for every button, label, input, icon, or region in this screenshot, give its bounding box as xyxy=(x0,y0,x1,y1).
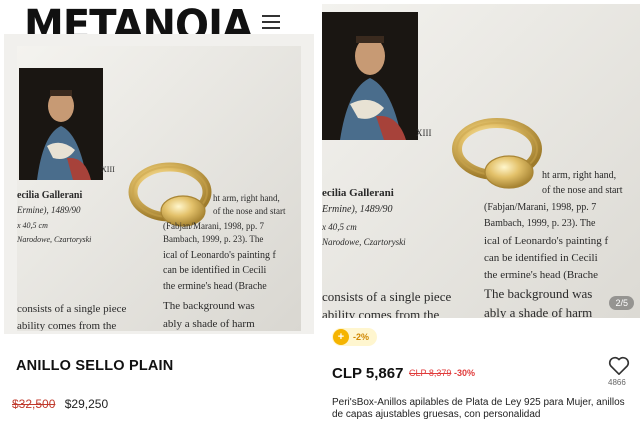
svg-text:ical of Leonardo's painting f: ical of Leonardo's painting f xyxy=(163,250,277,261)
svg-text:consists of a single piece: consists of a single piece xyxy=(17,303,126,315)
svg-text:ht arm, right hand,: ht arm, right hand, xyxy=(542,170,616,181)
svg-text:the ermine's head (Brache: the ermine's head (Brache xyxy=(484,269,598,281)
price-row: $32,500 $29,250 xyxy=(12,397,108,411)
badge-text: -2% xyxy=(353,332,370,342)
svg-text:Narodowe, Czartoryski: Narodowe, Czartoryski xyxy=(322,237,406,247)
heart-icon[interactable] xyxy=(608,356,630,376)
svg-text:Bambach, 1999, p. 23). The: Bambach, 1999, p. 23). The xyxy=(484,218,596,229)
product-title[interactable]: ANILLO SELLO PLAIN xyxy=(16,358,173,374)
svg-text:Ermine), 1489/90: Ermine), 1489/90 xyxy=(322,204,393,215)
image-counter: 2/5 xyxy=(609,296,634,310)
svg-text:can be identified in Cecili: can be identified in Cecili xyxy=(163,265,267,276)
original-price: CLP 8,379 xyxy=(409,368,452,378)
ring-on-book-photo: XIII ecilia Gallerani Ermine), 1489/90 x… xyxy=(322,4,640,318)
coin-icon: + xyxy=(333,329,349,345)
svg-text:ecilia Gallerani: ecilia Gallerani xyxy=(17,190,82,201)
metanoia-product-card: METANOIA XIII ecilia Gallerani Ermine), … xyxy=(0,0,318,427)
current-price: CLP 5,867 xyxy=(332,365,404,382)
svg-text:(Fabjan/Marani, 1998, pp. 7: (Fabjan/Marani, 1998, pp. 7 xyxy=(484,202,596,213)
svg-text:XIII: XIII xyxy=(416,128,432,138)
svg-text:of the nose and start: of the nose and start xyxy=(213,206,286,216)
svg-text:ably a shade of harm: ably a shade of harm xyxy=(484,305,592,318)
painting-plate xyxy=(322,12,418,140)
coin-discount-badge: + -2% xyxy=(332,328,378,346)
svg-text:of the nose and start: of the nose and start xyxy=(542,185,623,196)
svg-text:x 40,5 cm: x 40,5 cm xyxy=(17,221,48,230)
discount-percent: -30% xyxy=(454,368,476,378)
svg-text:the ermine's head (Brache: the ermine's head (Brache xyxy=(163,281,267,292)
svg-text:The background was: The background was xyxy=(163,300,255,312)
svg-text:ht arm, right hand,: ht arm, right hand, xyxy=(213,193,280,203)
svg-text:The background was: The background was xyxy=(484,286,592,301)
svg-text:consists of a single piece: consists of a single piece xyxy=(322,289,451,304)
svg-text:Narodowe, Czartoryski: Narodowe, Czartoryski xyxy=(17,235,91,244)
svg-text:can be identified in Cecili: can be identified in Cecili xyxy=(484,252,598,264)
svg-text:ecilia Gallerani: ecilia Gallerani xyxy=(322,187,394,199)
menu-icon[interactable] xyxy=(262,15,280,29)
product-description[interactable]: Peri'sBox-Anillos apilables de Plata de … xyxy=(332,397,636,421)
likes-count: 4866 xyxy=(608,378,626,387)
svg-text:(Fabjan/Marani, 1998, pp. 7: (Fabjan/Marani, 1998, pp. 7 xyxy=(163,221,264,231)
svg-text:x 40,5 cm: x 40,5 cm xyxy=(322,222,357,232)
sale-price: $29,250 xyxy=(64,397,109,411)
svg-text:ability comes from the: ability comes from the xyxy=(322,307,440,318)
painting-plate xyxy=(19,68,103,180)
ring-on-book-photo: XIII ecilia Gallerani Ermine), 1489/90 x… xyxy=(17,46,301,331)
product-image[interactable]: XIII ecilia Gallerani Ermine), 1489/90 x… xyxy=(17,46,301,331)
plate-number: XIII xyxy=(101,165,115,174)
marketplace-product-card: XIII ecilia Gallerani Ermine), 1489/90 x… xyxy=(322,0,640,427)
svg-text:ical of Leonardo's painting f: ical of Leonardo's painting f xyxy=(484,235,609,247)
svg-text:Ermine), 1489/90: Ermine), 1489/90 xyxy=(17,205,81,215)
product-image-carousel[interactable]: XIII ecilia Gallerani Ermine), 1489/90 x… xyxy=(322,4,640,318)
svg-text:Bambach, 1999, p. 23). The: Bambach, 1999, p. 23). The xyxy=(163,234,263,244)
original-price: $32,500 xyxy=(12,397,56,411)
svg-text:ability comes from the: ability comes from the xyxy=(17,320,116,331)
svg-text:ably a shade of harm: ably a shade of harm xyxy=(163,318,255,330)
